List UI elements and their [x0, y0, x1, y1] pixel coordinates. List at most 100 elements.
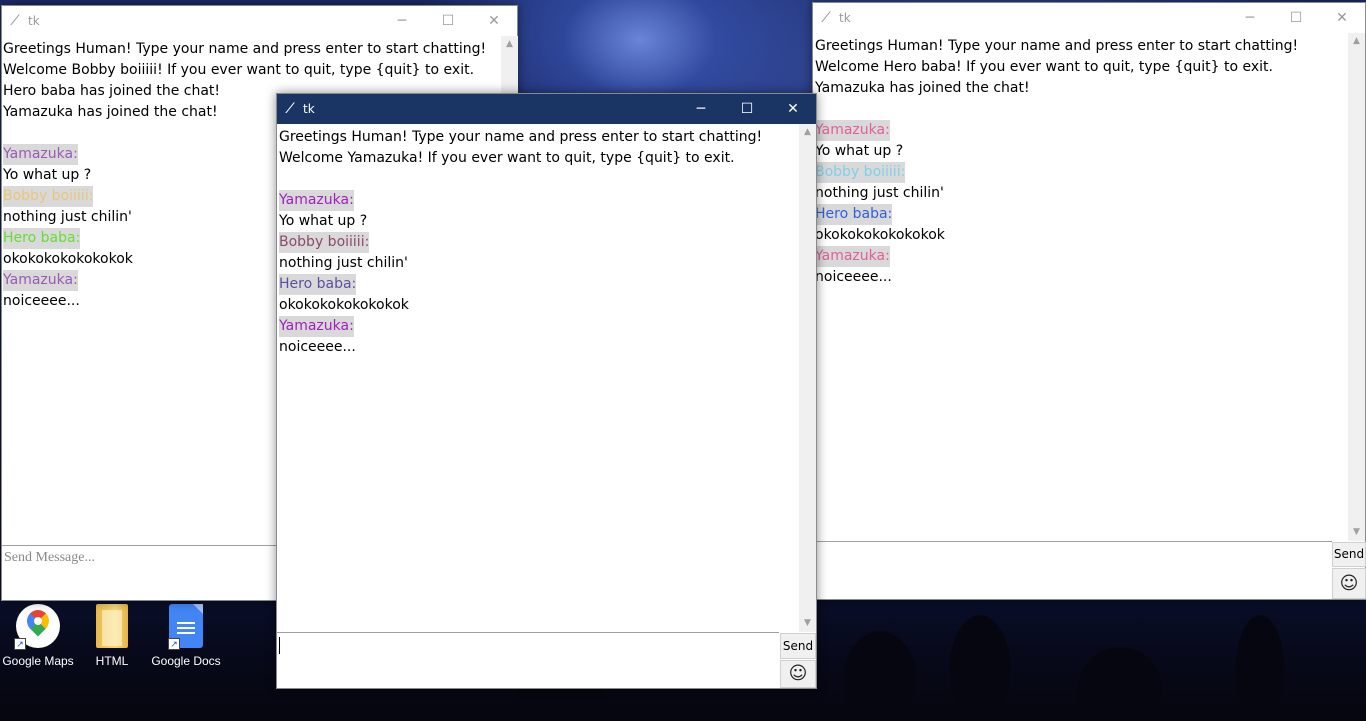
- vertical-scrollbar[interactable]: ▲ ▼: [799, 124, 816, 632]
- username-label: Yamazuka:: [279, 316, 354, 337]
- message-line: Yo what up ?: [815, 141, 1348, 162]
- message-text: noiceeee...: [3, 293, 80, 309]
- message-text: Welcome Bobby boiiiii! If you ever want …: [3, 62, 475, 78]
- scroll-up-icon[interactable]: ▲: [1348, 33, 1365, 50]
- message-line: nothing just chilin': [815, 183, 1348, 204]
- desktop-icon-html-folder[interactable]: HTML: [74, 604, 150, 668]
- message-line: Greetings Human! Type your name and pres…: [815, 36, 1348, 57]
- message-text: Yo what up ?: [815, 143, 904, 159]
- message-text: Yamazuka has joined the chat!: [3, 104, 218, 120]
- message-text: Welcome Hero baba! If you ever want to q…: [815, 59, 1273, 75]
- message-text: noiceeee...: [279, 339, 356, 355]
- desktop-icon-google-maps[interactable]: ↗ Google Maps: [0, 604, 76, 668]
- username-label: Bobby boiiiii:: [815, 162, 906, 183]
- scroll-down-icon[interactable]: ▼: [1348, 524, 1365, 541]
- minimize-button[interactable]: ─: [379, 6, 425, 36]
- message-line: Greetings Human! Type your name and pres…: [3, 39, 500, 60]
- message-text: Welcome Yamazuka! If you ever want to qu…: [279, 150, 735, 166]
- message-text: okokokokokokokok: [279, 297, 409, 313]
- message-text: okokokokokokokok: [815, 227, 945, 243]
- message-text: nothing just chilin': [279, 255, 408, 271]
- minimize-button[interactable]: ─: [1227, 3, 1273, 33]
- shortcut-arrow-icon: ↗: [168, 638, 180, 650]
- message-text: nothing just chilin': [3, 209, 132, 225]
- desktop-icon-label: Google Docs: [151, 654, 221, 668]
- username-label: Yamazuka:: [3, 270, 78, 291]
- send-button[interactable]: Send: [1332, 542, 1366, 567]
- username-line: Bobby boiiiii:: [279, 232, 799, 253]
- message-input[interactable]: [813, 541, 1332, 599]
- username-label: Hero baba:: [279, 274, 357, 295]
- chat-window-yamazuka[interactable]: ⁄ tk ─ ☐ ✕ Greetings Human! Type your na…: [276, 93, 817, 689]
- message-text: Greetings Human! Type your name and pres…: [815, 38, 1299, 54]
- scroll-down-icon[interactable]: ▼: [799, 615, 816, 632]
- message-text: Yamazuka has joined the chat!: [815, 80, 1030, 96]
- close-button[interactable]: ✕: [471, 6, 517, 36]
- message-line: okokokokokokokok: [815, 225, 1348, 246]
- maximize-button[interactable]: ☐: [425, 6, 471, 36]
- message-line: Greetings Human! Type your name and pres…: [279, 127, 799, 148]
- emoji-button[interactable]: ☺: [1332, 568, 1366, 599]
- message-text: Yo what up ?: [3, 167, 92, 183]
- window-title: tk: [839, 11, 851, 25]
- google-docs-icon: ↗: [164, 604, 208, 650]
- text-cursor: [279, 637, 280, 654]
- username-label: Yamazuka:: [279, 190, 354, 211]
- message-text: nothing just chilin': [815, 185, 944, 201]
- username-label: Hero baba:: [815, 204, 893, 225]
- shortcut-arrow-icon: ↗: [14, 638, 26, 650]
- message-line: noiceeee...: [279, 337, 799, 358]
- username-label: Bobby boiiiii:: [279, 232, 370, 253]
- username-label: Yamazuka:: [815, 120, 890, 141]
- username-line: Yamazuka:: [815, 246, 1348, 267]
- message-line: Welcome Yamazuka! If you ever want to qu…: [279, 148, 799, 169]
- username-label: Yamazuka:: [815, 246, 890, 267]
- close-button[interactable]: ✕: [1319, 3, 1365, 33]
- google-maps-icon: ↗: [14, 604, 60, 650]
- send-button[interactable]: Send: [780, 633, 816, 659]
- scroll-up-icon[interactable]: ▲: [799, 124, 816, 141]
- username-line: Bobby boiiiii:: [815, 162, 1348, 183]
- message-line: Welcome Bobby boiiiii! If you ever want …: [3, 60, 500, 81]
- message-text: Greetings Human! Type your name and pres…: [279, 129, 763, 145]
- tk-feather-icon: ⁄: [824, 10, 828, 26]
- desktop-icon-label: Google Maps: [2, 654, 74, 668]
- message-input[interactable]: [277, 632, 779, 688]
- username-label: Hero baba:: [3, 228, 81, 249]
- username-label: Yamazuka:: [3, 144, 78, 165]
- message-line: noiceeee...: [815, 267, 1348, 288]
- message-text: Yo what up ?: [279, 213, 368, 229]
- title-bar[interactable]: ⁄ tk ─ ☐ ✕: [2, 6, 517, 36]
- title-bar[interactable]: ⁄ tk ─ ☐ ✕: [813, 3, 1365, 33]
- minimize-button[interactable]: ─: [678, 94, 724, 124]
- message-line: Welcome Hero baba! If you ever want to q…: [815, 57, 1348, 78]
- message-text: okokokokokokokok: [3, 251, 133, 267]
- chat-window-hero[interactable]: ⁄ tk ─ ☐ ✕ Greetings Human! Type your na…: [812, 2, 1366, 600]
- username-line: Hero baba:: [815, 204, 1348, 225]
- username-line: Yamazuka:: [279, 316, 799, 337]
- message-text: noiceeee...: [815, 269, 892, 285]
- tk-feather-icon: ⁄: [13, 13, 17, 29]
- message-input-placeholder: Send Message...: [4, 550, 95, 565]
- vertical-scrollbar[interactable]: ▲ ▼: [1348, 33, 1365, 541]
- title-bar[interactable]: ⁄ tk ─ ☐ ✕: [277, 94, 816, 124]
- username-label: Bobby boiiiii:: [3, 186, 94, 207]
- maximize-button[interactable]: ☐: [1273, 3, 1319, 33]
- folder-icon: [90, 604, 134, 648]
- emoji-button[interactable]: ☺: [780, 660, 816, 688]
- window-title: tk: [303, 102, 315, 116]
- scroll-up-icon[interactable]: ▲: [501, 36, 518, 53]
- message-line: okokokokokokokok: [279, 295, 799, 316]
- maximize-button[interactable]: ☐: [724, 94, 770, 124]
- window-title: tk: [28, 14, 40, 28]
- message-list[interactable]: Greetings Human! Type your name and pres…: [813, 33, 1348, 541]
- message-text: Greetings Human! Type your name and pres…: [3, 41, 487, 57]
- close-button[interactable]: ✕: [770, 94, 816, 124]
- username-line: Yamazuka:: [279, 190, 799, 211]
- message-line: nothing just chilin': [279, 253, 799, 274]
- tk-feather-icon: ⁄: [288, 101, 292, 117]
- desktop-icon-google-docs[interactable]: ↗ Google Docs: [148, 604, 224, 668]
- message-list[interactable]: Greetings Human! Type your name and pres…: [277, 124, 799, 632]
